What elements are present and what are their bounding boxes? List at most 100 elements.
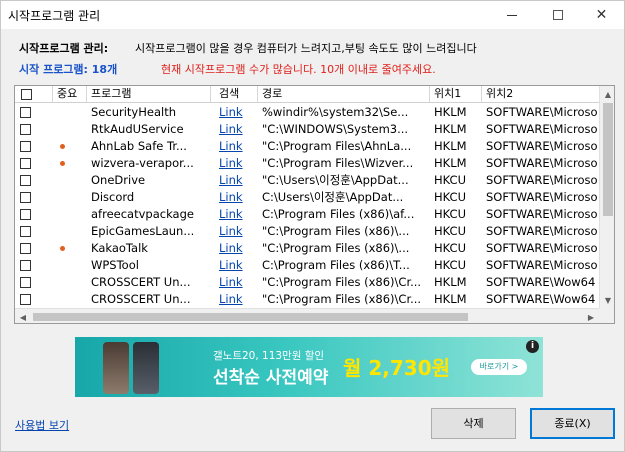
cell-loc1: HKCU: [434, 173, 467, 187]
scroll-up-icon[interactable]: ▲: [600, 86, 614, 102]
table-row[interactable]: WPSTool Link C:\Program Files (x86)\T... HK…: [15, 257, 599, 274]
cell-program: OneDrive: [91, 173, 146, 187]
row-checkbox[interactable]: [20, 107, 31, 118]
cell-program: CROSSCERT Un...: [91, 275, 191, 289]
row-checkbox[interactable]: [20, 158, 31, 169]
cell-loc2: SOFTWARE\Microso: [486, 173, 598, 187]
header-search[interactable]: 검색: [211, 86, 258, 103]
table-row[interactable]: CROSSCERT Un... Link "C:\Program Files (x8…: [15, 291, 599, 308]
header-path[interactable]: 경로: [258, 86, 430, 103]
horizontal-scrollbar[interactable]: ◀ ▶: [15, 308, 599, 323]
search-cell: Link: [211, 155, 258, 172]
row-checkbox[interactable]: [20, 243, 31, 254]
table-row[interactable]: afreecatvpackage Link C:\Program Files (x8…: [15, 206, 599, 223]
search-cell: Link: [211, 274, 258, 291]
row-checkbox[interactable]: [20, 192, 31, 203]
vertical-scrollbar[interactable]: ▲ ▼: [599, 86, 614, 308]
cell-program: EpicGamesLaun...: [91, 224, 195, 238]
banner-headline: 갤노트20, 113만원 할인: [213, 350, 325, 362]
exit-button[interactable]: 종료(X): [530, 408, 615, 439]
header-important[interactable]: 중요: [53, 86, 87, 103]
minimize-icon: [506, 14, 517, 16]
search-link[interactable]: Link: [219, 258, 243, 272]
scroll-right-icon[interactable]: ▶: [583, 309, 599, 323]
search-link[interactable]: Link: [219, 122, 243, 136]
table-row[interactable]: EpicGamesLaun... Link "C:\Program Files (x…: [15, 223, 599, 240]
table-row[interactable]: wizvera-verapor... Link "C:\Program Files\…: [15, 155, 599, 172]
table-row[interactable]: RtkAudUService Link "C:\WINDOWS\System3...…: [15, 121, 599, 138]
select-all-checkbox[interactable]: [21, 89, 32, 100]
search-link[interactable]: Link: [219, 292, 243, 306]
cell-path: "C:\Program Files (x86)\Cr...: [262, 292, 422, 306]
search-cell: Link: [211, 206, 258, 223]
search-link[interactable]: Link: [219, 224, 243, 238]
cell-program: KakaoTalk: [91, 241, 148, 255]
row-checkbox[interactable]: [20, 226, 31, 237]
table-row[interactable]: AhnLab Safe Tr... Link "C:\Program Files\A…: [15, 138, 599, 155]
phone-image: [103, 342, 129, 394]
search-link[interactable]: Link: [219, 241, 243, 255]
close-window-button[interactable]: ✕: [579, 1, 624, 29]
row-checkbox[interactable]: [20, 277, 31, 288]
startup-count: 시작 프로그램: 18개: [19, 63, 118, 76]
cell-path: %windir%\system32\Se...: [262, 105, 409, 119]
table-row[interactable]: KakaoTalk Link "C:\Program Files (x86)\...…: [15, 240, 599, 257]
cell-loc2: SOFTWARE\Microso: [486, 139, 598, 153]
cell-path: "C:\Program Files (x86)\Cr...: [262, 275, 422, 289]
table-row[interactable]: CROSSCERT Un... Link "C:\Program Files (x8…: [15, 274, 599, 291]
cell-loc1: HKCU: [434, 224, 467, 238]
search-link[interactable]: Link: [219, 105, 243, 119]
search-link[interactable]: Link: [219, 207, 243, 221]
table-row[interactable]: SecurityHealth Link %windir%\system32\Se..…: [15, 104, 599, 121]
row-checkbox[interactable]: [20, 141, 31, 152]
search-link[interactable]: Link: [219, 156, 243, 170]
vertical-scroll-thumb[interactable]: [603, 103, 613, 216]
cell-loc2: SOFTWARE\Wow64: [486, 292, 596, 306]
table-row[interactable]: Discord Link C:\Users\이정훈\AppDat... HKCU SOF…: [15, 189, 599, 206]
row-checkbox[interactable]: [20, 175, 31, 186]
search-cell: Link: [211, 138, 258, 155]
cell-loc1: HKLM: [434, 105, 467, 119]
cell-path: "C:\Program Files\AhnLa...: [262, 139, 412, 153]
maximize-button[interactable]: [535, 1, 580, 29]
cell-path: "C:\Program Files\Wizver...: [262, 156, 414, 170]
cell-program: RtkAudUService: [91, 122, 184, 136]
row-checkbox[interactable]: [20, 260, 31, 271]
horizontal-scroll-thumb[interactable]: [33, 313, 468, 321]
table-row[interactable]: OneDrive Link "C:\Users\이정훈\AppDat... HKCU S…: [15, 172, 599, 189]
info-icon[interactable]: i: [526, 340, 539, 353]
usage-guide-link[interactable]: 사용법 보기: [15, 417, 69, 433]
minimize-button[interactable]: [489, 1, 534, 29]
row-checkbox[interactable]: [20, 294, 31, 305]
cell-loc2: SOFTWARE\Microso: [486, 105, 598, 119]
search-link[interactable]: Link: [219, 275, 243, 289]
cell-loc2: SOFTWARE\Microso: [486, 207, 598, 221]
header-program[interactable]: 프로그램: [87, 86, 211, 103]
cell-path: C:\Program Files (x86)\T...: [262, 258, 410, 272]
delete-button[interactable]: 삭제: [431, 408, 516, 439]
cell-loc1: HKLM: [434, 275, 467, 289]
close-icon: ✕: [595, 7, 608, 23]
row-checkbox[interactable]: [20, 209, 31, 220]
cell-path: C:\Program Files (x86)\af...: [262, 207, 415, 221]
cell-loc2: SOFTWARE\Wow64: [486, 275, 596, 289]
row-checkbox[interactable]: [20, 124, 31, 135]
cell-program: CROSSCERT Un...: [91, 292, 191, 306]
cell-loc1: HKLM: [434, 292, 467, 306]
header-location1[interactable]: 위치1: [430, 86, 482, 103]
cell-path: "C:\Users\이정훈\AppDat...: [262, 173, 409, 187]
search-cell: Link: [211, 257, 258, 274]
scroll-down-icon[interactable]: ▼: [600, 292, 614, 308]
scroll-corner: [599, 308, 614, 323]
search-link[interactable]: Link: [219, 139, 243, 153]
phone-image: [133, 342, 159, 394]
search-link[interactable]: Link: [219, 190, 243, 204]
cell-loc1: HKLM: [434, 139, 467, 153]
cell-loc2: SOFTWARE\Microso: [486, 258, 598, 272]
ad-banner[interactable]: 갤노트20, 113만원 할인 선착순 사전예약 월 2,730원 바로가기 >…: [75, 337, 543, 397]
banner-price: 월 2,730원: [343, 356, 451, 380]
scroll-left-icon[interactable]: ◀: [15, 309, 31, 323]
search-link[interactable]: Link: [219, 173, 243, 187]
banner-go-button[interactable]: 바로가기 >: [471, 359, 527, 375]
header-location2[interactable]: 위치2: [482, 86, 614, 103]
